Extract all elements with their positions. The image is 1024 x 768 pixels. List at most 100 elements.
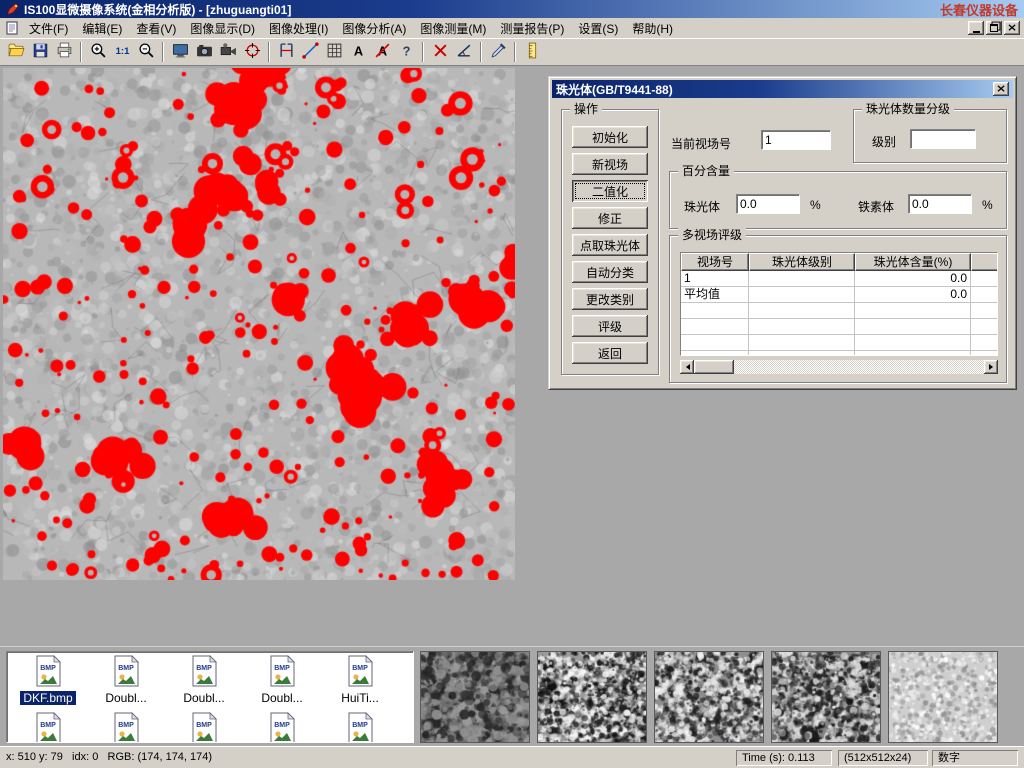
table-row xyxy=(681,319,997,335)
text-annotation-off-button[interactable]: A xyxy=(370,40,394,64)
ferrite-percent-input[interactable] xyxy=(908,194,972,214)
video-capture-icon xyxy=(220,42,237,62)
menu-file[interactable]: 文件(F) xyxy=(22,18,75,39)
length-measure-button[interactable] xyxy=(298,40,322,64)
menu-edit[interactable]: 编辑(E) xyxy=(75,18,129,39)
delete-measure-button[interactable] xyxy=(428,40,452,64)
grid-count-icon xyxy=(326,42,343,62)
thumbnail-5[interactable] xyxy=(888,651,998,743)
scroll-right-button[interactable] xyxy=(984,360,998,374)
table-hscrollbar[interactable] xyxy=(680,360,998,374)
multifield-group-label: 多视场评级 xyxy=(678,228,746,242)
workspace: 珠光体(GB/T9441-88) 操作 初始化新视场二值化修正点取珠光体自动分类… xyxy=(0,66,1024,646)
file-item[interactable]: BMPDKF.bmp xyxy=(9,652,87,705)
current-field-input[interactable] xyxy=(761,130,831,150)
table-header-2[interactable]: 珠光体级别 xyxy=(749,253,855,271)
table-row[interactable]: 平均值0.0 xyxy=(681,287,997,303)
color-picker-icon xyxy=(490,42,507,62)
correct-button[interactable]: 修正 xyxy=(572,207,648,229)
zoom-1-1-button[interactable]: 1:1 xyxy=(110,40,134,64)
pick-pearlite-button[interactable]: 点取珠光体 xyxy=(572,234,648,256)
file-item[interactable]: BMPDoubl... xyxy=(243,652,321,705)
new-field-button[interactable]: 新视场 xyxy=(572,153,648,175)
text-annotation-button[interactable]: A xyxy=(346,40,370,64)
scroll-left-button[interactable] xyxy=(680,360,694,374)
print-button[interactable] xyxy=(52,40,76,64)
table-header-1[interactable]: 视场号 xyxy=(681,253,749,271)
thumbnail-4[interactable] xyxy=(771,651,881,743)
zoom-out-button[interactable] xyxy=(134,40,158,64)
target-capture-icon xyxy=(244,42,261,62)
bmp-file-icon: BMP xyxy=(344,655,376,690)
help-button[interactable]: ? xyxy=(394,40,418,64)
image-display-button[interactable] xyxy=(168,40,192,64)
svg-text:BMP: BMP xyxy=(196,722,212,729)
thumbnail-2[interactable] xyxy=(537,651,647,743)
thumbnail-1[interactable] xyxy=(420,651,530,743)
file-item[interactable]: BMP xyxy=(9,709,87,743)
angle-measure-button[interactable] xyxy=(452,40,476,64)
svg-text:A: A xyxy=(353,43,362,58)
document-icon[interactable] xyxy=(4,20,20,36)
menu-image-measure[interactable]: 图像测量(M) xyxy=(413,18,493,39)
grade-button[interactable]: 评级 xyxy=(572,315,648,337)
mdi-minimize-button[interactable] xyxy=(968,21,984,35)
menu-image-analysis[interactable]: 图像分析(A) xyxy=(335,18,413,39)
scrollbar-thumb[interactable] xyxy=(694,360,734,374)
save-button[interactable] xyxy=(28,40,52,64)
status-mode: 数字 xyxy=(932,750,1018,766)
ruler-button[interactable] xyxy=(520,40,544,64)
table-row[interactable]: 10.0 xyxy=(681,271,997,287)
table-header-3[interactable]: 珠光体含量(%) xyxy=(855,253,971,271)
color-picker-button[interactable] xyxy=(486,40,510,64)
svg-text:?: ? xyxy=(402,43,410,58)
menu-help[interactable]: 帮助(H) xyxy=(625,18,680,39)
menu-image-processing[interactable]: 图像处理(I) xyxy=(262,18,335,39)
file-item[interactable]: BMPDoubl... xyxy=(165,652,243,705)
close-icon xyxy=(997,85,1006,93)
thumbnail-3[interactable] xyxy=(654,651,764,743)
grade-input[interactable] xyxy=(910,129,976,149)
rating-table: 视场号珠光体级别珠光体含量(%)铁素10.0平均值0.0 xyxy=(680,252,998,356)
target-capture-button[interactable] xyxy=(240,40,264,64)
file-item[interactable]: BMP xyxy=(87,709,165,743)
video-capture-button[interactable] xyxy=(216,40,240,64)
initialize-button[interactable]: 初始化 xyxy=(572,126,648,148)
menu-settings[interactable]: 设置(S) xyxy=(571,18,625,39)
grade-field-label: 级别 xyxy=(872,133,896,150)
save-icon xyxy=(32,42,49,62)
open-file-button[interactable] xyxy=(4,40,28,64)
arrow-right-icon xyxy=(989,364,996,370)
table-header-4[interactable]: 铁素 xyxy=(971,253,998,271)
zoom-in-button[interactable] xyxy=(86,40,110,64)
file-browser-panel: BMPDKF.bmpBMPDoubl...BMPDoubl...BMPDoubl… xyxy=(0,646,1024,746)
mdi-restore-button[interactable] xyxy=(986,21,1002,35)
binarize-button[interactable]: 二值化 xyxy=(572,180,648,202)
dialog-title-bar[interactable]: 珠光体(GB/T9441-88) xyxy=(552,80,1013,98)
file-item[interactable]: BMP xyxy=(321,709,399,743)
auto-classify-button[interactable]: 自动分类 xyxy=(572,261,648,283)
grid-count-button[interactable] xyxy=(322,40,346,64)
mdi-close-button[interactable] xyxy=(1004,21,1020,35)
zoom-1-1-icon: 1:1 xyxy=(114,42,131,62)
caliper-measure-button[interactable] xyxy=(274,40,298,64)
menu-image-display[interactable]: 图像显示(D) xyxy=(183,18,262,39)
svg-text:BMP: BMP xyxy=(196,665,212,672)
return-button[interactable]: 返回 xyxy=(572,342,648,364)
svg-text:BMP: BMP xyxy=(274,665,290,672)
menu-measure-report[interactable]: 测量报告(P) xyxy=(493,18,571,39)
camera-capture-button[interactable] xyxy=(192,40,216,64)
pearlite-percent-input[interactable] xyxy=(736,194,800,214)
dialog-close-button[interactable] xyxy=(993,82,1009,96)
file-item[interactable]: BMP xyxy=(165,709,243,743)
file-item[interactable]: BMPDoubl... xyxy=(87,652,165,705)
metallograph-image[interactable] xyxy=(3,68,515,580)
menu-view[interactable]: 查看(V) xyxy=(129,18,183,39)
toolbar-separator xyxy=(162,42,164,62)
change-class-button[interactable]: 更改类别 xyxy=(572,288,648,310)
file-item[interactable]: BMP xyxy=(243,709,321,743)
bmp-file-icon: BMP xyxy=(266,712,298,743)
caliper-measure-icon xyxy=(278,42,295,62)
zoom-out-icon xyxy=(138,42,155,62)
file-item[interactable]: BMPHuiTi... xyxy=(321,652,399,705)
